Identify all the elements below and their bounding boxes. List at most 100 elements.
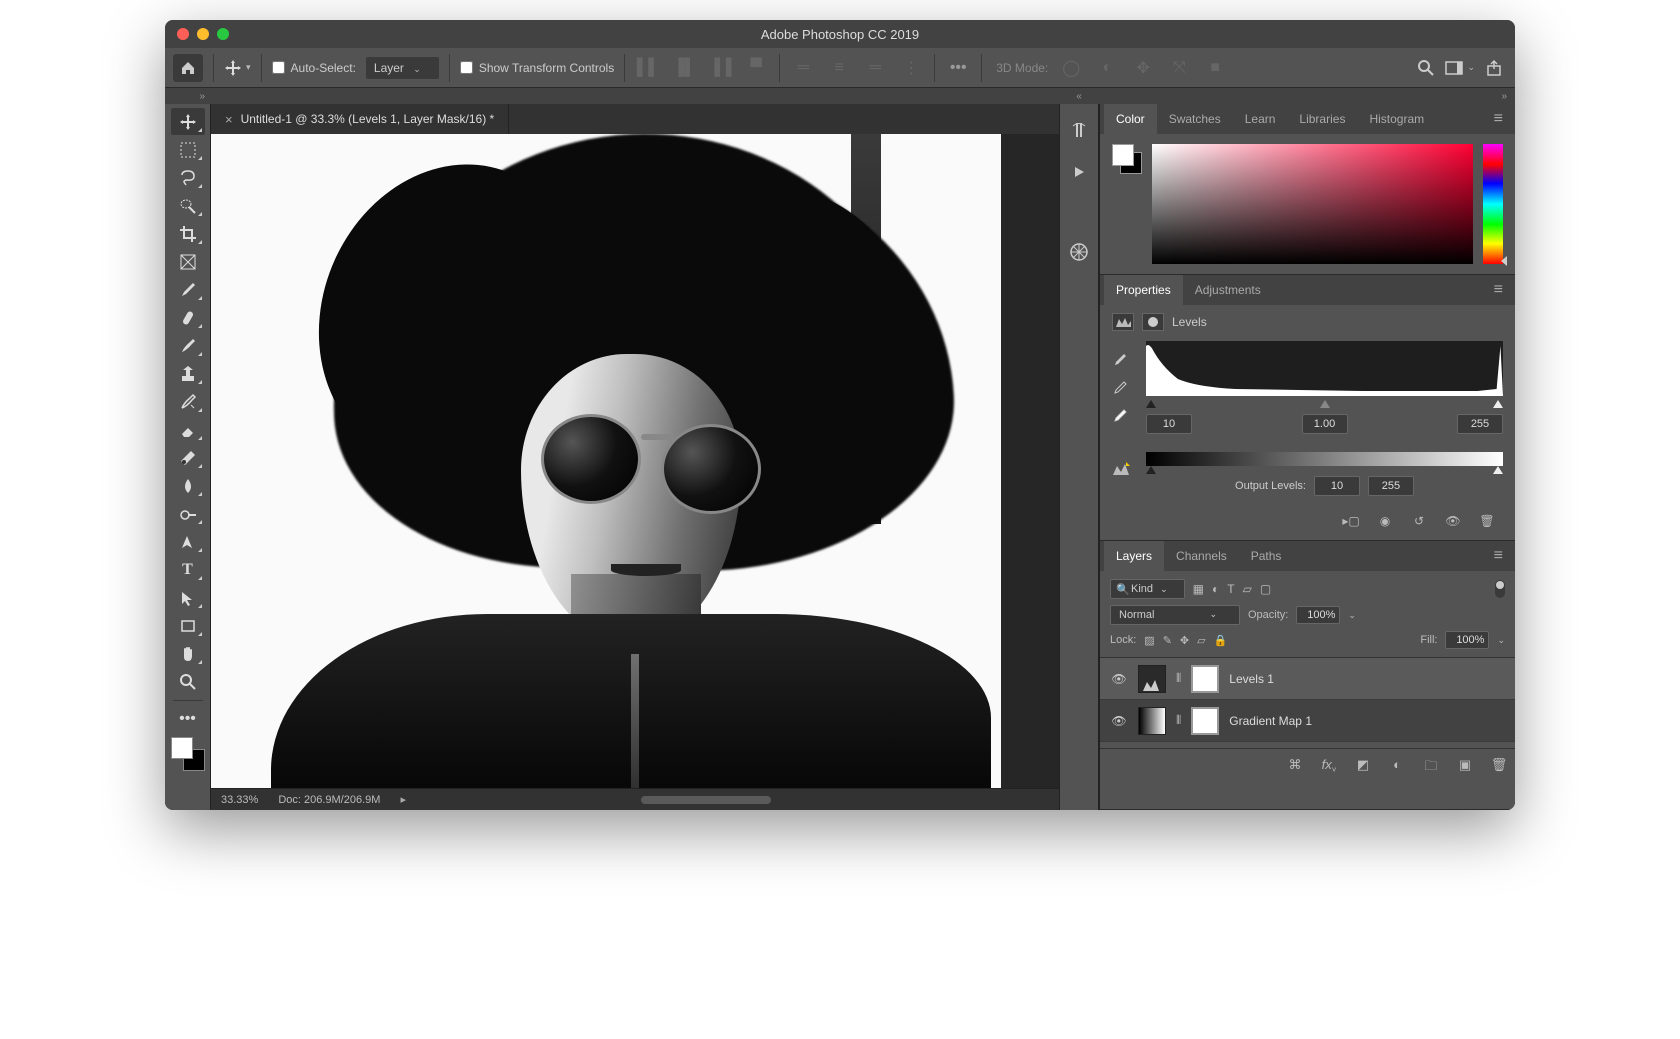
3d-slide-icon[interactable]: ⤧ [1166,55,1192,81]
eyedropper-gray-icon[interactable] [1112,379,1136,397]
new-adjustment-icon[interactable]: ◐ [1387,757,1407,779]
filter-shape-icon[interactable]: ▱ [1243,582,1252,596]
distribute-top-icon[interactable]: ═ [790,55,816,81]
3d-orbit-icon[interactable]: ◯ [1058,55,1084,81]
align-top-edges-icon[interactable]: ▀ [743,55,769,81]
output-ramp[interactable] [1146,452,1503,466]
hue-slider[interactable] [1483,144,1503,264]
move-tool[interactable] [171,108,205,135]
quick-selection-tool[interactable] [171,192,205,219]
mask-link-icon[interactable]: ⦀ [1176,671,1181,686]
tab-histogram[interactable]: Histogram [1357,104,1436,134]
layer-mask-icon[interactable] [1142,313,1164,331]
doc-info-arrow-icon[interactable]: ▸ [400,793,406,806]
mask-thumbnail[interactable] [1191,665,1219,693]
frame-tool[interactable] [171,248,205,275]
link-layers-icon[interactable]: ⌘ [1285,757,1305,779]
tab-paths[interactable]: Paths [1239,541,1294,571]
pen-tool[interactable] [171,528,205,555]
tab-libraries[interactable]: Libraries [1287,104,1357,134]
actions-panel-icon[interactable] [1067,160,1091,184]
layer-item[interactable]: 👁 ⦀ Gradient Map 1 [1100,700,1515,742]
canvas-viewport[interactable] [211,134,1059,788]
delete-layer-icon[interactable]: 🗑 [1489,757,1509,779]
more-options-icon[interactable]: ••• [945,55,971,81]
visibility-toggle-icon[interactable]: 👁 [1110,672,1128,686]
filter-pixel-icon[interactable]: ▦ [1193,582,1204,596]
reset-icon[interactable]: ↺ [1409,514,1429,528]
auto-select-target-select[interactable]: Layer ⌄ [366,57,439,79]
align-horizontal-centers-icon[interactable]: ▐▌ [671,55,697,81]
tab-learn[interactable]: Learn [1233,104,1288,134]
panels-collapse-icon[interactable]: » [1099,91,1515,102]
rectangle-tool[interactable] [171,612,205,639]
gradient-tool[interactable] [171,444,205,471]
close-window-button[interactable] [177,28,189,40]
layer-name[interactable]: Levels 1 [1229,672,1274,686]
input-white-field[interactable]: 255 [1457,414,1503,434]
eraser-tool[interactable] [171,416,205,443]
brushes-panel-icon[interactable] [1067,118,1091,142]
edit-toolbar-button[interactable]: ••• [171,705,205,732]
lock-artboard-icon[interactable]: ▱ [1197,634,1205,647]
properties-panel-menu-icon[interactable]: ≡ [1486,281,1511,299]
layer-style-icon[interactable]: fx˅ [1319,757,1339,779]
input-sliders[interactable] [1146,400,1503,410]
distribute-spacing-icon[interactable]: ⋮ [898,55,924,81]
layer-name[interactable]: Gradient Map 1 [1229,714,1312,728]
tab-color[interactable]: Color [1104,104,1157,134]
blend-mode-select[interactable]: Normal⌄ [1110,605,1240,625]
add-mask-icon[interactable]: ◩ [1353,757,1373,779]
new-group-icon[interactable]: 🗀 [1421,757,1441,779]
tab-properties[interactable]: Properties [1104,275,1183,305]
clip-warning-icon[interactable] [1112,460,1136,478]
lasso-tool[interactable] [171,164,205,191]
visibility-toggle-icon[interactable]: 👁 [1110,714,1128,728]
filter-adjustment-icon[interactable]: ◐ [1212,582,1219,596]
move-tool-indicator[interactable]: ▾ [224,59,251,77]
toolbar-collapse-icon[interactable]: » [165,91,211,102]
3d-roll-icon[interactable]: ◐ [1094,55,1120,81]
lock-position-icon[interactable]: ✥ [1180,634,1189,647]
color-panel-menu-icon[interactable]: ≡ [1486,110,1511,128]
align-left-edges-icon[interactable]: ▌▌ [635,55,661,81]
healing-brush-tool[interactable] [171,304,205,331]
new-layer-icon[interactable]: ▣ [1455,757,1475,779]
foreground-color-swatch[interactable] [171,737,193,759]
black-point-slider[interactable] [1146,400,1156,408]
layer-filter-select[interactable]: 🔍 Kind ⌄ [1110,579,1185,599]
mask-link-icon[interactable]: ⦀ [1176,713,1181,728]
distribute-vcenter-icon[interactable]: ≡ [826,55,852,81]
layer-item[interactable]: 👁 ⦀ Levels 1 [1100,658,1515,700]
input-gamma-field[interactable]: 1.00 [1302,414,1348,434]
marquee-tool[interactable] [171,136,205,163]
brush-tool[interactable] [171,332,205,359]
home-button[interactable] [173,54,203,82]
doc-info[interactable]: Doc: 206.9M/206.9M [278,794,380,806]
output-white-field[interactable]: 255 [1368,476,1414,496]
zoom-tool[interactable] [171,668,205,695]
search-icon[interactable] [1417,59,1435,77]
gamma-slider[interactable] [1320,400,1330,408]
document-tab[interactable]: × Untitled-1 @ 33.3% (Levels 1, Layer Ma… [211,104,509,134]
layers-panel-menu-icon[interactable]: ≡ [1486,547,1511,565]
adjustment-thumbnail[interactable] [1138,665,1166,693]
auto-select-checkbox[interactable]: Auto-Select: [272,61,356,75]
close-tab-icon[interactable]: × [225,112,233,127]
blur-tool[interactable] [171,472,205,499]
type-tool[interactable]: T [171,556,205,583]
zoom-level[interactable]: 33.33% [221,794,258,806]
output-black-field[interactable]: 10 [1314,476,1360,496]
3d-pan-icon[interactable]: ✥ [1130,55,1156,81]
lock-transparency-icon[interactable]: ▨ [1144,634,1154,647]
toggle-visibility-icon[interactable]: 👁 [1443,514,1463,528]
opacity-field[interactable]: 100% [1296,606,1340,624]
fill-dropdown-icon[interactable]: ⌄ [1497,635,1505,646]
history-brush-tool[interactable] [171,388,205,415]
narrow-dock-collapse-icon[interactable]: « [1059,91,1099,102]
input-black-field[interactable]: 10 [1146,414,1192,434]
lock-all-icon[interactable]: 🔒 [1214,634,1228,647]
minimize-window-button[interactable] [197,28,209,40]
filter-toggle[interactable] [1495,580,1505,598]
levels-histogram[interactable] [1146,341,1503,396]
